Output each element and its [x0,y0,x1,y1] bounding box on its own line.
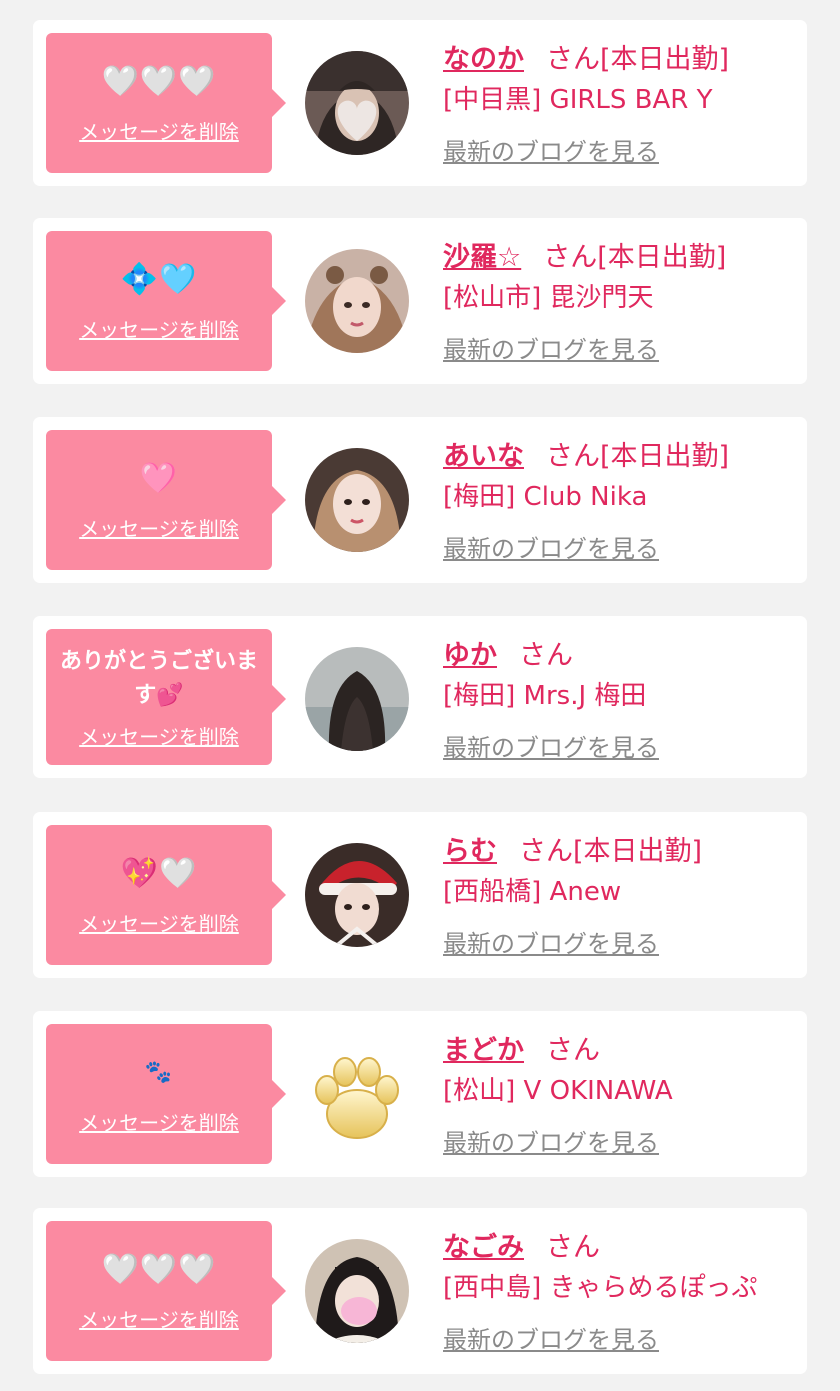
cast-info: なごみ さん [西中島] きゃらめるぽっぷ 最新のブログを見る [443,1222,797,1355]
latest-blog-link[interactable]: 最新のブログを見る [443,728,659,763]
avatar-photo-icon [305,448,409,552]
status-badge: [本日出勤] [573,835,703,867]
latest-blog-link[interactable]: 最新のブログを見る [443,132,659,167]
avatar-photo-icon [305,249,409,353]
shop-name: [梅田] Club Nika [443,482,648,512]
message-text: ありがとうございます💕 [59,648,258,708]
cast-info: らむ さん [本日出勤] [西船橋] Anew 最新のブログを見る [443,826,797,959]
cast-info: まどか さん [松山] V OKINAWA 最新のブログを見る [443,1025,797,1158]
shop-name: [西船橋] Anew [443,877,622,907]
delete-message-link[interactable]: メッセージを削除 [79,314,239,343]
delete-message-link[interactable]: メッセージを削除 [79,1304,239,1333]
list-item: 💠🩵 メッセージを削除 沙羅☆ さん [本日出勤] [松山市] 毘沙門天 最新の… [33,218,807,384]
honorific: さん [546,1231,600,1263]
message-text: 💖🤍 [120,855,198,891]
shop-name: [西中島] きゃらめるぽっぷ [443,1273,758,1303]
name-row: 沙羅☆ さん [本日出勤] [443,232,797,276]
message-bubble: 🤍🤍🤍 メッセージを削除 [46,1221,286,1361]
status-badge: [本日出勤] [597,241,727,273]
shop-name: [松山市] 毘沙門天 [443,283,654,313]
avatar[interactable] [305,448,409,552]
latest-blog-link[interactable]: 最新のブログを見る [443,1320,659,1355]
avatar[interactable] [305,249,409,353]
cast-name-link[interactable]: あいな [443,434,524,473]
message-text: 🤍🤍🤍 [101,63,217,99]
latest-blog-link[interactable]: 最新のブログを見る [443,330,659,365]
message-bubble: 💠🩵 メッセージを削除 [46,231,286,371]
message-text: 🐾 [144,1059,174,1085]
message-bubble: 🐾 メッセージを削除 [46,1024,286,1164]
list-item: 🤍🤍🤍 メッセージを削除 なごみ さん [西中島] きゃらめるぽっぷ 最新のブロ… [33,1208,807,1374]
cast-name-link[interactable]: 沙羅☆ [443,235,521,274]
shop-name: [中目黒] GIRLS BAR Y [443,85,713,115]
message-text: 💠🩵 [120,261,198,297]
avatar[interactable] [305,1042,409,1146]
cast-name-link[interactable]: まどか [443,1028,524,1067]
avatar-photo-icon [305,843,409,947]
name-row: あいな さん [本日出勤] [443,431,797,475]
honorific: さん [546,440,600,472]
cast-info: ゆか さん [梅田] Mrs.J 梅田 最新のブログを見る [443,630,797,763]
list-item: ありがとうございます💕 メッセージを削除 ゆか さん [梅田] Mrs.J 梅田… [33,616,807,778]
cast-name-link[interactable]: らむ [443,829,497,868]
delete-message-link[interactable]: メッセージを削除 [79,116,239,145]
message-bubble: ありがとうございます💕 メッセージを削除 [46,629,286,765]
message-text: 🤍🤍🤍 [101,1251,217,1287]
favorite-list: 🤍🤍🤍 メッセージを削除 なのか さん [本日出勤] [中目黒] GIRLS B… [0,0,840,1391]
list-item: 💖🤍 メッセージを削除 らむ さん [本日出勤] [西船橋] Anew 最新のブ… [33,812,807,978]
cast-info: 沙羅☆ さん [本日出勤] [松山市] 毘沙門天 最新のブログを見る [443,232,797,365]
name-row: なのか さん [本日出勤] [443,34,797,78]
name-row: らむ さん [本日出勤] [443,826,797,870]
delete-message-link[interactable]: メッセージを削除 [79,1107,239,1136]
message-text: 🩷 [139,460,179,496]
avatar-photo-icon [305,1239,409,1343]
paw-icon [305,1042,409,1146]
shop-name: [梅田] Mrs.J 梅田 [443,681,647,711]
status-badge: [本日出勤] [600,440,730,472]
list-item: 🐾 メッセージを削除 まどか さん [松山] V OKINAWA 最新のブログを… [33,1011,807,1177]
name-row: まどか さん [443,1025,797,1069]
delete-message-link[interactable]: メッセージを削除 [79,721,239,750]
cast-name-link[interactable]: なのか [443,37,524,76]
honorific: さん [546,1034,600,1066]
latest-blog-link[interactable]: 最新のブログを見る [443,924,659,959]
name-row: なごみ さん [443,1222,797,1266]
message-bubble: 🤍🤍🤍 メッセージを削除 [46,33,286,173]
avatar[interactable] [305,1239,409,1343]
cast-info: あいな さん [本日出勤] [梅田] Club Nika 最新のブログを見る [443,431,797,564]
cast-name-link[interactable]: なごみ [443,1225,524,1264]
shop-name: [松山] V OKINAWA [443,1076,673,1106]
list-item: 🤍🤍🤍 メッセージを削除 なのか さん [本日出勤] [中目黒] GIRLS B… [33,20,807,186]
honorific: さん [519,639,573,671]
honorific: さん [519,835,573,867]
cast-info: なのか さん [本日出勤] [中目黒] GIRLS BAR Y 最新のブログを見… [443,34,797,167]
message-bubble: 🩷 メッセージを削除 [46,430,286,570]
name-row: ゆか さん [443,630,797,674]
avatar[interactable] [305,647,409,751]
delete-message-link[interactable]: メッセージを削除 [79,513,239,542]
avatar-photo-icon [305,51,409,155]
avatar-photo-icon [305,647,409,751]
delete-message-link[interactable]: メッセージを削除 [79,908,239,937]
avatar[interactable] [305,843,409,947]
list-item: 🩷 メッセージを削除 あいな さん [本日出勤] [梅田] Club Nika … [33,417,807,583]
message-bubble: 💖🤍 メッセージを削除 [46,825,286,965]
status-badge: [本日出勤] [600,43,730,75]
cast-name-link[interactable]: ゆか [443,633,497,672]
honorific: さん [543,241,598,273]
honorific: さん [546,43,600,75]
avatar[interactable] [305,51,409,155]
latest-blog-link[interactable]: 最新のブログを見る [443,529,659,564]
latest-blog-link[interactable]: 最新のブログを見る [443,1123,659,1158]
